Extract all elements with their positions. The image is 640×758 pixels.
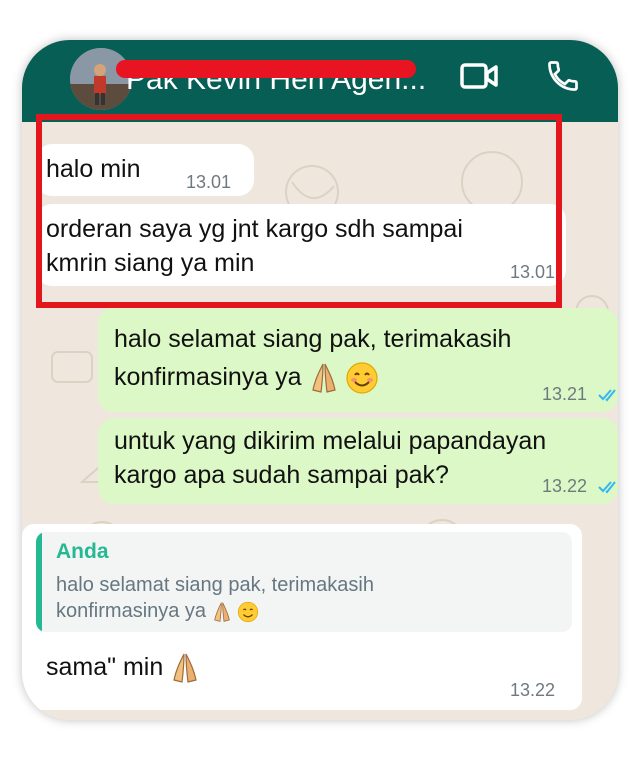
quoted-reply-author: Anda — [56, 540, 109, 563]
contact-avatar[interactable] — [70, 48, 132, 110]
message-time: 13.22 — [542, 476, 588, 496]
quoted-reply-text: halo selamat siang pak, terimakasih — [56, 574, 374, 596]
message-text-line: untuk yang dikirim melalui papandayan — [114, 427, 547, 455]
voice-call-button[interactable] — [538, 54, 588, 98]
highlight-box — [36, 114, 562, 308]
folded-hands-icon — [311, 364, 336, 394]
message-bubble[interactable]: halo selamat siang pak, terimakasih konf… — [98, 308, 618, 412]
chat-header: Pak Kevin Herl Agen... — [22, 40, 618, 122]
read-receipt-icon — [598, 389, 616, 402]
message-text-line: halo selamat siang pak, terimakasih — [114, 325, 512, 353]
read-receipt-icon — [598, 481, 616, 494]
video-call-icon — [460, 63, 498, 89]
smiling-face-icon — [346, 362, 379, 394]
message-bubble[interactable]: untuk yang dikirim melalui papandayan ka… — [98, 418, 618, 504]
phone-call-icon — [548, 61, 578, 91]
folded-hands-icon — [213, 602, 230, 622]
message-time: 13.21 — [542, 384, 588, 404]
message-text-line: konfirmasinya ya — [114, 360, 379, 395]
quoted-reply-text: konfirmasinya ya — [56, 600, 259, 623]
video-call-button[interactable] — [454, 54, 504, 98]
message-text-line: kargo apa sudah sampai pak? — [114, 461, 449, 489]
message-time: 13.22 — [510, 680, 556, 700]
quoted-reply[interactable]: Anda halo selamat siang pak, terimakasih… — [36, 532, 572, 632]
redaction-bar — [116, 60, 416, 78]
message-text: sama" min — [46, 650, 200, 684]
folded-hands-icon — [173, 654, 197, 684]
quoted-reply-stripe — [36, 532, 42, 632]
smiling-face-icon — [238, 601, 259, 622]
